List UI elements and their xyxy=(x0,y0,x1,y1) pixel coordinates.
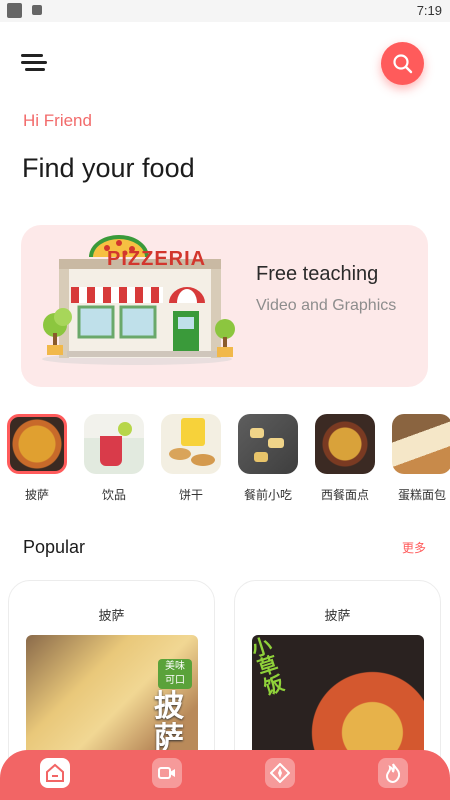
category-label: 饮品 xyxy=(101,488,126,502)
compass-icon xyxy=(270,763,290,783)
sim-icon xyxy=(32,5,42,15)
menu-icon[interactable] xyxy=(21,52,49,74)
banner-subtitle: Video and Graphics xyxy=(256,297,397,314)
bread-thumb xyxy=(392,414,450,474)
drink-thumb xyxy=(84,414,144,474)
snack-thumb xyxy=(238,414,298,474)
category-item-cookies[interactable]: 饼干 xyxy=(159,414,223,503)
category-item-western-pastry[interactable]: 西餐面点 xyxy=(313,414,377,503)
banner-title: Free teaching xyxy=(256,263,379,285)
card-image: 美味 可口 披 萨 xyxy=(26,635,198,765)
bottom-nav xyxy=(0,750,450,800)
category-list: 披萨 饮品 饼干 餐前小吃 西餐面点 蛋糕面包 xyxy=(0,414,450,506)
video-icon xyxy=(158,767,175,779)
western-thumb xyxy=(315,414,375,474)
card-title: 披萨 xyxy=(324,608,351,623)
nav-home[interactable] xyxy=(40,758,70,788)
greeting-text: Hi Friend xyxy=(23,111,92,130)
more-link[interactable]: 更多 xyxy=(402,539,426,556)
popular-section-title: Popular xyxy=(23,537,86,557)
card-image: 小 草 饭 xyxy=(252,635,424,765)
home-icon xyxy=(46,763,64,782)
promo-banner[interactable]: PIZZERIA Free teaching Video and Graphic… xyxy=(21,225,428,387)
category-label: 饼干 xyxy=(178,488,203,502)
card-title: 披萨 xyxy=(98,608,125,623)
category-item-drinks[interactable]: 饮品 xyxy=(82,414,146,503)
status-time: 7:19 xyxy=(416,3,442,18)
pizzeria-illustration xyxy=(42,235,235,365)
category-item-cake-bread[interactable]: 蛋糕面包 xyxy=(390,414,450,503)
status-bar: 7:19 xyxy=(0,0,450,22)
search-icon xyxy=(393,54,413,74)
cookie-thumb xyxy=(161,414,221,474)
card-image-text: 披 xyxy=(154,690,184,723)
category-item-appetizers[interactable]: 餐前小吃 xyxy=(236,414,300,503)
category-label: 披萨 xyxy=(24,488,49,502)
pizza-thumb xyxy=(7,414,67,474)
nav-discover[interactable] xyxy=(265,758,295,788)
category-label: 餐前小吃 xyxy=(243,488,292,502)
page-title: Find your food xyxy=(22,153,195,183)
pizzeria-logo-text: PIZZERIA xyxy=(107,248,207,270)
card-image-text: 可口 xyxy=(165,675,185,686)
category-label: 蛋糕面包 xyxy=(397,488,446,502)
card-image-text: 美味 xyxy=(165,661,185,672)
nav-video[interactable] xyxy=(152,758,182,788)
category-item-pizza[interactable]: 披萨 xyxy=(5,414,69,503)
card-image-text: 饭 xyxy=(261,672,288,700)
app-notification-icon xyxy=(7,3,22,18)
flame-icon xyxy=(385,763,401,783)
search-button[interactable] xyxy=(381,42,424,85)
nav-hot[interactable] xyxy=(378,758,408,788)
category-label: 西餐面点 xyxy=(320,488,369,502)
